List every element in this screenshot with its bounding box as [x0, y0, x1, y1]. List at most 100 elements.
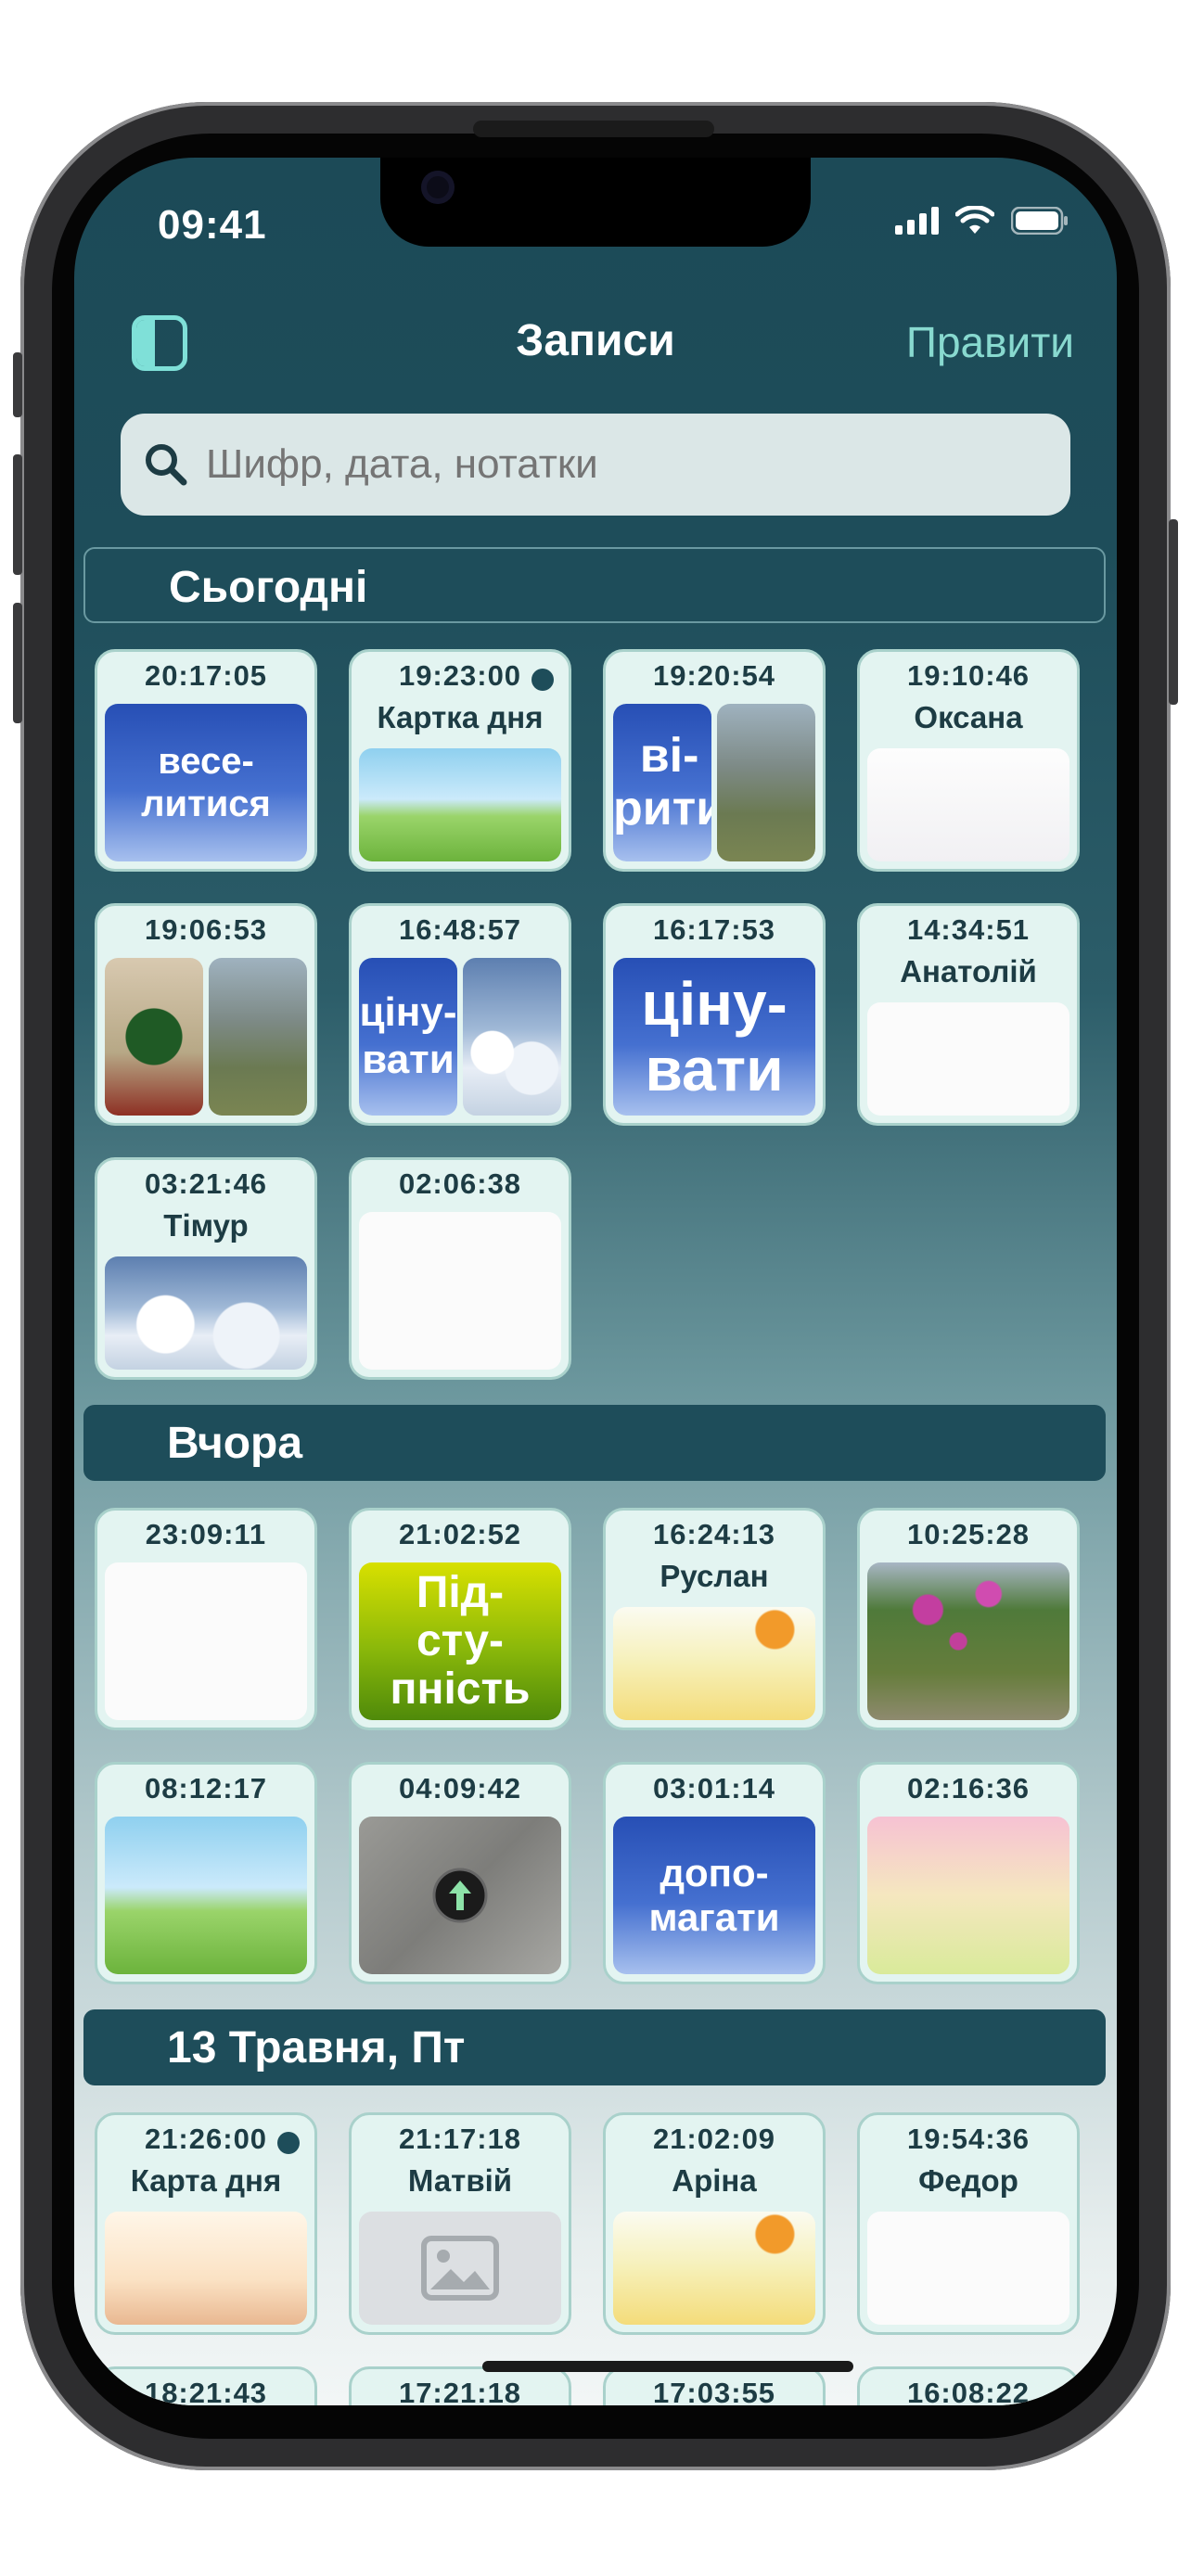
entry-time: 02:06:38 [398, 1167, 522, 1200]
photo-thumbnail [359, 1817, 561, 1974]
photo-thumbnail [463, 958, 561, 1116]
entry-card[interactable]: 08:12:17 [95, 1762, 317, 1984]
entry-name: Оксана [914, 700, 1023, 734]
entry-card[interactable]: 17:21:18 [349, 2366, 571, 2405]
wifi-icon [955, 206, 994, 234]
word-tile: Під- сту- пність [359, 1562, 561, 1720]
entry-card[interactable]: 23:09:11 [95, 1508, 317, 1730]
entry-time: 21:02:52 [398, 1518, 522, 1550]
photo-placeholder-icon [421, 2236, 499, 2301]
earpiece-speaker [473, 121, 714, 137]
entry-time: 19:10:46 [906, 659, 1031, 692]
entry-card[interactable]: 16:08:22 [857, 2366, 1080, 2405]
word-tile: допо- магати [613, 1817, 815, 1974]
drawing-thumbnail [867, 748, 1069, 861]
entry-time: 21:17:18 [398, 2123, 522, 2155]
home-indicator[interactable] [482, 2361, 853, 2372]
entry-card[interactable]: 17:03:55 [603, 2366, 826, 2405]
entry-time: 04:09:42 [398, 1772, 522, 1804]
side-button-mute [13, 352, 22, 417]
search-input[interactable] [204, 440, 1024, 489]
split-tile [105, 958, 307, 1116]
entry-card[interactable]: 16:24:13 Руслан [603, 1508, 826, 1730]
entry-time: 19:06:53 [144, 913, 268, 946]
entry-name: Матвій [407, 2163, 513, 2198]
section-title: Сьогодні [169, 563, 368, 612]
drawing-thumbnail [613, 1607, 815, 1720]
section-header-yesterday: Вчора [83, 1405, 1106, 1481]
photo-thumbnail [209, 958, 307, 1116]
drawing-thumbnail [359, 1212, 561, 1370]
section-header-today: Сьогодні [83, 547, 1106, 623]
edit-button[interactable]: Правити [906, 317, 1074, 367]
entry-card[interactable]: 21:02:52 Під- сту- пність [349, 1508, 571, 1730]
entry-card[interactable]: 16:17:53 ціну- вати [603, 903, 826, 1126]
unread-dot-icon [277, 2132, 300, 2154]
entry-card[interactable]: 18:21:43 [95, 2366, 317, 2405]
entry-name: Картка дня [377, 700, 544, 734]
entry-time: 03:21:46 [144, 1167, 268, 1200]
drawing-thumbnail [613, 2212, 815, 2325]
entry-card[interactable]: 19:06:53 [95, 903, 317, 1126]
entry-card[interactable]: 21:17:18 Матвій [349, 2112, 571, 2335]
entry-time: 14:34:51 [906, 913, 1031, 946]
entry-time: 17:21:18 [398, 2377, 522, 2405]
cellular-signal-icon [895, 207, 939, 235]
front-camera [421, 171, 455, 204]
entry-card[interactable]: 02:06:38 [349, 1157, 571, 1380]
entry-time: 18:21:43 [144, 2377, 268, 2405]
entry-time: 19:54:36 [906, 2123, 1031, 2155]
split-tile: цінy- вати [359, 958, 561, 1116]
entry-time: 16:17:53 [652, 913, 776, 946]
entry-name: Тімур [163, 1208, 249, 1243]
search-bar[interactable] [121, 414, 1070, 516]
entry-time: 08:12:17 [144, 1772, 268, 1804]
drawing-thumbnail [867, 1002, 1069, 1116]
entry-name: Аріна [672, 2163, 757, 2198]
status-icons [895, 206, 1069, 236]
word-tile: весе- литися [105, 704, 307, 861]
entry-time: 20:17:05 [144, 659, 268, 692]
entry-card[interactable]: 19:23:00 Картка дня [349, 649, 571, 872]
drawing-thumbnail [867, 2212, 1069, 2325]
entry-card[interactable]: 02:16:36 [857, 1762, 1080, 1984]
entry-card[interactable]: 21:02:09 Аріна [603, 2112, 826, 2335]
entry-name: Карта дня [130, 2163, 282, 2198]
entry-card[interactable]: 04:09:42 [349, 1762, 571, 1984]
section-header-may-13: 13 Травня, Пт [83, 2009, 1106, 2085]
entry-time: 19:20:54 [652, 659, 776, 692]
battery-icon [1011, 207, 1068, 235]
entry-card[interactable]: 14:34:51 Анатолій [857, 903, 1080, 1126]
entry-time: 02:16:36 [906, 1772, 1031, 1804]
entry-time: 03:01:14 [652, 1772, 776, 1804]
entry-card[interactable]: 19:54:36 Федор [857, 2112, 1080, 2335]
entry-card[interactable]: 19:10:46 Оксана [857, 649, 1080, 872]
drawing-thumbnail [867, 1817, 1069, 1974]
entry-time: 16:48:57 [398, 913, 522, 946]
entry-card[interactable]: 21:26:00 Карта дня [95, 2112, 317, 2335]
entry-card[interactable]: 16:48:57 цінy- вати [349, 903, 571, 1126]
entry-time: 16:08:22 [906, 2377, 1031, 2405]
entry-time: 21:02:09 [652, 2123, 776, 2155]
drawing-thumbnail [359, 748, 561, 861]
entry-card[interactable]: 10:25:28 [857, 1508, 1080, 1730]
entry-time: 10:25:28 [906, 1518, 1031, 1550]
search-icon [146, 444, 187, 486]
side-button-power [1169, 519, 1178, 705]
section-title: Вчора [167, 1419, 303, 1468]
word-tile: ціну- вати [613, 958, 815, 1116]
photo-thumbnail [105, 958, 203, 1116]
entry-card[interactable]: 03:01:14 допо- магати [603, 1762, 826, 1984]
side-button-volume-down [13, 603, 22, 723]
screen: 09:41 Записи Правити Сьогодні 20:17:05 в… [74, 158, 1117, 2405]
entry-time: 16:24:13 [652, 1518, 776, 1550]
split-tile: ві- рити [613, 704, 815, 861]
entry-name: Руслан [660, 1559, 769, 1593]
section-title: 13 Травня, Пт [167, 2023, 466, 2072]
status-time: 09:41 [158, 202, 267, 248]
entry-card[interactable]: 03:21:46 Тімур [95, 1157, 317, 1380]
word-tile: цінy- вати [359, 958, 457, 1116]
entry-card[interactable]: 20:17:05 весе- литися [95, 649, 317, 872]
entry-name: Анатолій [900, 954, 1037, 988]
entry-card[interactable]: 19:20:54 ві- рити [603, 649, 826, 872]
